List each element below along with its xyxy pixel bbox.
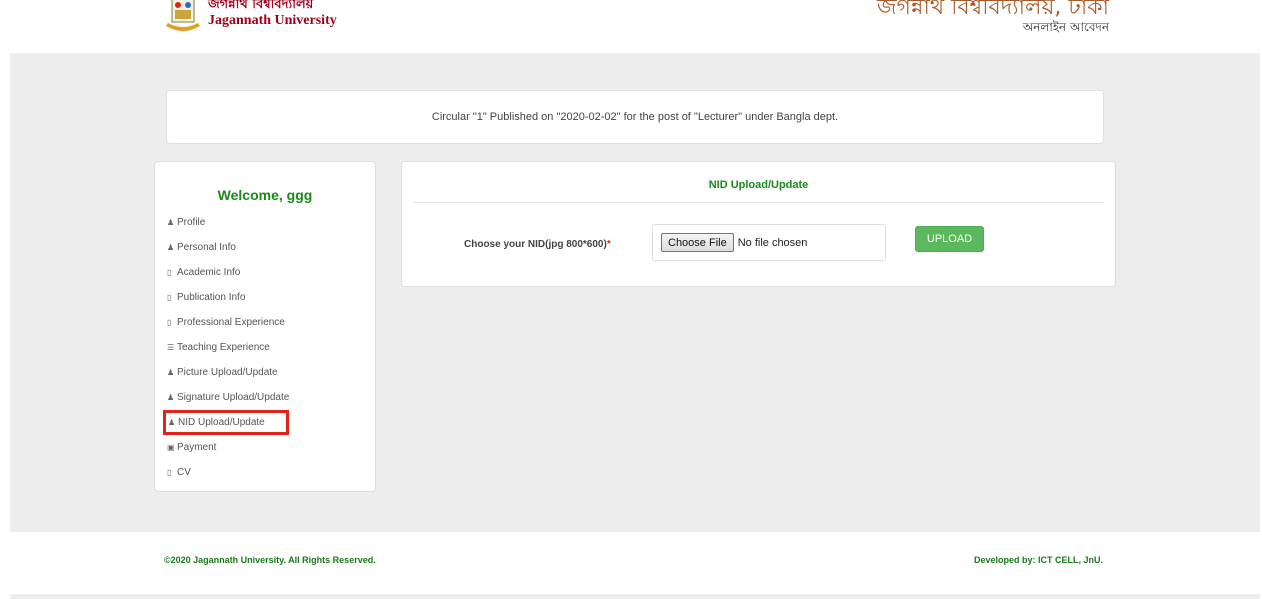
sidebar-item-signature-upload[interactable]: ♟ Signature Upload/Update [167, 385, 289, 410]
sidebar-item-label: Personal Info [177, 242, 236, 253]
logo-bangla-name: জগন্নাথ বিশ্ববিদ্যালয় [208, 0, 314, 12]
sidebar-item-academic-info[interactable]: ▯ Academic Info [167, 260, 289, 285]
file-status-text: No file chosen [737, 236, 808, 249]
sidebar: Welcome, ggg ♟ Profile ♟ Personal Info ▯… [154, 161, 376, 492]
money-icon: ▣ [167, 443, 175, 452]
sidebar-item-label: Payment [177, 442, 217, 453]
sidebar-item-label: CV [177, 467, 191, 478]
main-content: Circular "1" Published on "2020-02-02" f… [10, 53, 1260, 532]
footer-developer: Developed by: ICT CELL, JnU. [973, 555, 1103, 565]
book-icon: ▯ [167, 318, 172, 327]
upload-button[interactable]: UPLOAD [915, 226, 984, 252]
user-icon: ♟ [167, 393, 175, 402]
user-icon: ♟ [167, 243, 175, 252]
university-emblem-icon [164, 0, 202, 36]
sidebar-item-cv[interactable]: ▯ CV [167, 460, 289, 485]
footer-copyright: ©2020 Jagannath University. All Rights R… [164, 555, 376, 565]
nid-file-input[interactable]: Choose File No file chosen [652, 224, 886, 261]
site-subtitle: অনলাইন আবেদন [1022, 20, 1109, 34]
sidebar-item-teaching-experience[interactable]: ☰ Teaching Experience [167, 335, 289, 360]
panel-title: NID Upload/Update [708, 179, 809, 191]
required-mark: * [606, 239, 611, 250]
site-title: জগন্নাথ বিশ্ববিদ্যালয়, ঢাকা [876, 0, 1109, 20]
sidebar-item-professional-experience[interactable]: ▯ Professional Experience [167, 310, 289, 335]
divider [414, 202, 1104, 203]
sidebar-item-personal-info[interactable]: ♟ Personal Info [167, 235, 289, 260]
sidebar-menu: ♟ Profile ♟ Personal Info ▯ Academic Inf… [163, 210, 290, 485]
circular-notice: Circular "1" Published on "2020-02-02" f… [166, 90, 1104, 144]
sidebar-item-payment[interactable]: ▣ Payment [167, 435, 289, 460]
sidebar-item-picture-upload[interactable]: ♟ Picture Upload/Update [167, 360, 289, 385]
sidebar-item-label: Signature Upload/Update [177, 392, 290, 403]
site-header: জগন্নাথ বিশ্ববিদ্যালয় Jagannath Univers… [0, 0, 1262, 53]
university-logo[interactable]: জগন্নাথ বিশ্ববিদ্যালয় Jagannath Univers… [164, 0, 337, 36]
nid-upload-panel: NID Upload/Update Choose your NID(jpg 80… [401, 161, 1116, 287]
user-icon: ♟ [167, 218, 175, 227]
sidebar-item-nid-upload[interactable]: ♟ NID Upload/Update [163, 410, 290, 435]
user-icon: ♟ [167, 368, 175, 377]
logo-english-name: Jagannath University [208, 13, 337, 28]
choose-file-button[interactable]: Choose File [661, 233, 734, 252]
user-icon: ♟ [168, 418, 176, 427]
sidebar-item-label: Publication Info [177, 292, 246, 303]
welcome-heading: Welcome, ggg [217, 187, 313, 203]
sidebar-item-label: Teaching Experience [177, 342, 270, 353]
list-icon: ☰ [167, 343, 175, 352]
nid-label-text: Choose your NID(jpg 800*600) [464, 239, 607, 250]
book-icon: ▯ [167, 293, 172, 302]
sidebar-item-label: Picture Upload/Update [177, 367, 278, 378]
sidebar-item-profile[interactable]: ♟ Profile [167, 210, 289, 235]
sidebar-item-label: Professional Experience [177, 317, 285, 328]
sidebar-item-label: Academic Info [177, 267, 241, 278]
nid-field-label: Choose your NID(jpg 800*600)* [464, 239, 611, 250]
sidebar-item-label: NID Upload/Update [178, 417, 265, 428]
book-icon: ▯ [167, 468, 172, 477]
bottom-strip [10, 594, 1260, 599]
sidebar-item-publication-info[interactable]: ▯ Publication Info [167, 285, 289, 310]
sidebar-item-label: Profile [177, 217, 206, 228]
book-icon: ▯ [167, 268, 172, 277]
